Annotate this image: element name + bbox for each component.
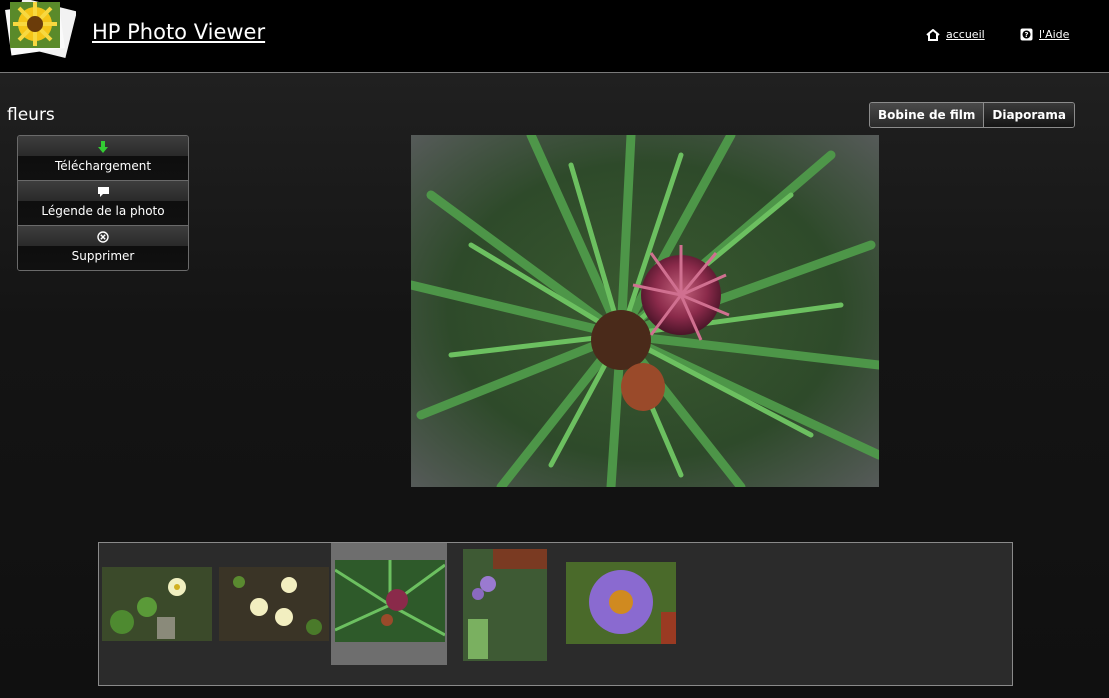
photo-actions-panel: Téléchargement Légende de la photo Suppr… bbox=[17, 135, 189, 271]
album-title: fleurs bbox=[7, 105, 55, 125]
slideshow-button[interactable]: Diaporama bbox=[983, 103, 1074, 127]
thumbnail-4[interactable] bbox=[463, 549, 547, 661]
download-button[interactable]: Téléchargement bbox=[18, 136, 188, 181]
thumbnail-1[interactable] bbox=[102, 567, 212, 641]
download-label: Téléchargement bbox=[54, 159, 152, 173]
app-title-link[interactable]: HP Photo Viewer bbox=[92, 20, 265, 44]
help-icon: ? bbox=[1020, 28, 1033, 41]
home-icon bbox=[926, 28, 940, 41]
home-link[interactable]: accueil bbox=[926, 28, 985, 41]
home-link-label: accueil bbox=[946, 28, 985, 41]
filmstrip-view-button[interactable]: Bobine de film bbox=[870, 103, 984, 127]
thumbnail-2[interactable] bbox=[219, 567, 329, 641]
help-link[interactable]: ? l'Aide bbox=[1020, 28, 1069, 41]
thumbnail-3-selected[interactable] bbox=[335, 560, 445, 642]
caption-bubble-icon bbox=[18, 181, 188, 203]
download-arrow-icon bbox=[18, 136, 188, 158]
hp-photo-viewer-logo bbox=[5, 0, 76, 59]
delete-circle-x-icon bbox=[18, 226, 188, 248]
delete-label: Supprimer bbox=[71, 249, 135, 263]
help-link-label: l'Aide bbox=[1039, 28, 1070, 41]
main-photo[interactable] bbox=[411, 135, 879, 487]
app-header: HP Photo Viewer accueil ? l'Aide bbox=[0, 0, 1109, 73]
photo-caption-label: Légende de la photo bbox=[41, 204, 165, 218]
main-area: fleurs Bobine de film Diaporama Téléchar… bbox=[0, 73, 1109, 698]
thumbnail-5[interactable] bbox=[566, 562, 676, 644]
delete-button[interactable]: Supprimer bbox=[18, 226, 188, 270]
view-toggle: Bobine de film Diaporama bbox=[869, 102, 1075, 128]
photo-caption-button[interactable]: Légende de la photo bbox=[18, 181, 188, 226]
svg-text:?: ? bbox=[1024, 31, 1028, 39]
filmstrip bbox=[98, 542, 1013, 686]
